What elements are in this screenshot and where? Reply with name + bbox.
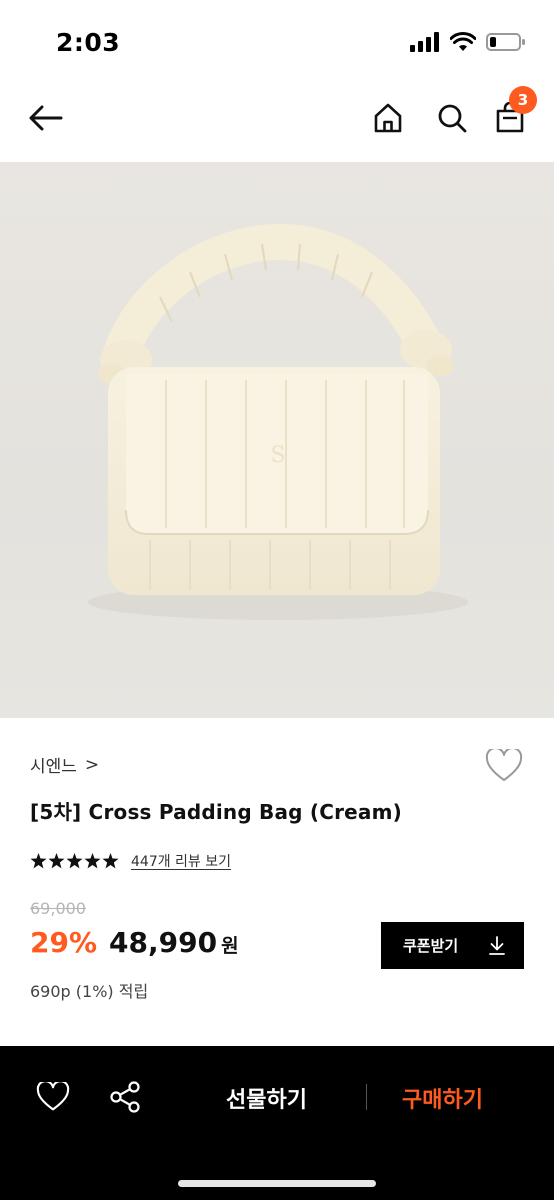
status-icons xyxy=(410,32,526,52)
heart-outline-icon xyxy=(485,749,523,781)
share-button[interactable] xyxy=(104,1076,146,1118)
currency-unit: 원 xyxy=(221,935,239,957)
star-icon xyxy=(30,853,47,869)
star-rating xyxy=(30,853,119,869)
star-icon xyxy=(66,853,83,869)
battery-icon xyxy=(486,33,525,51)
share-icon xyxy=(110,1081,140,1113)
back-button[interactable] xyxy=(22,98,68,138)
product-title: [5차] Cross Padding Bag (Cream) xyxy=(30,800,402,824)
chevron-right-icon: > xyxy=(84,754,100,775)
svg-text:S: S xyxy=(270,443,285,468)
star-icon xyxy=(48,853,65,869)
coupon-label: 쿠폰받기 xyxy=(403,937,459,955)
star-icon xyxy=(84,853,101,869)
heart-outline-icon xyxy=(36,1082,70,1111)
sale-price: 48,990 xyxy=(109,926,218,959)
discount-rate: 29% xyxy=(30,926,98,959)
bottom-wishlist-button[interactable] xyxy=(32,1076,74,1118)
reward-points: 690p (1%) 적립 xyxy=(30,982,149,1001)
original-price: 69,000 xyxy=(30,899,86,918)
home-button[interactable] xyxy=(366,96,410,140)
brand-link[interactable]: 시엔느 > xyxy=(30,752,100,778)
status-time: 2:03 xyxy=(56,28,121,57)
gift-button[interactable]: 선물하기 xyxy=(226,1082,307,1114)
search-button[interactable] xyxy=(430,96,474,140)
bottom-action-bar: 선물하기 구매하기 xyxy=(0,1046,554,1200)
rating-row: 447개 리뷰 보기 xyxy=(30,851,231,871)
home-indicator xyxy=(178,1180,376,1187)
price-row: 29% 48,990 원 xyxy=(30,926,239,959)
brand-name: 시엔느 xyxy=(30,757,77,777)
star-icon xyxy=(102,853,119,869)
buy-button[interactable]: 구매하기 xyxy=(402,1082,483,1114)
top-navigation: 3 xyxy=(0,86,554,162)
product-image[interactable]: S xyxy=(0,162,554,718)
divider xyxy=(366,1084,367,1110)
coupon-button[interactable]: 쿠폰받기 xyxy=(381,922,524,969)
review-link[interactable]: 447개 리뷰 보기 xyxy=(131,851,231,871)
padding-bag-photo: S xyxy=(88,223,468,620)
signal-icon xyxy=(410,32,439,52)
wifi-icon xyxy=(450,32,476,51)
home-icon xyxy=(374,103,402,133)
arrow-left-icon xyxy=(29,105,63,131)
status-bar: 2:03 xyxy=(0,0,554,88)
cart-badge: 3 xyxy=(509,86,537,114)
wishlist-button[interactable] xyxy=(484,746,524,786)
download-icon xyxy=(489,935,505,955)
search-icon xyxy=(438,104,467,133)
